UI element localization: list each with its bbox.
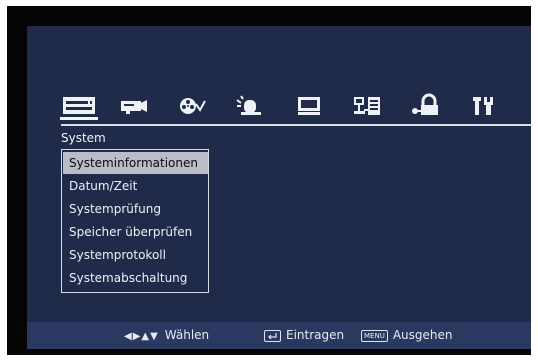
- tab-alarm[interactable]: [232, 92, 270, 120]
- alarm-icon: [236, 95, 261, 115]
- tab-user[interactable]: [406, 92, 444, 120]
- user-key-icon: [412, 93, 438, 115]
- menu-item-systemprotokoll[interactable]: Systemprotokoll: [63, 244, 208, 266]
- menu-item-systemabschaltung[interactable]: Systemabschaltung: [63, 267, 208, 289]
- arrow-keys-icon: ◀▶▲▼: [124, 331, 159, 342]
- tab-network[interactable]: [348, 92, 386, 120]
- display-icon: [298, 97, 320, 115]
- osd-screen: System Systeminformationen Datum/Zeit Sy…: [27, 26, 531, 349]
- menu-key-icon: MENU: [361, 329, 388, 342]
- section-title: System: [61, 131, 106, 145]
- hint-navigate: ◀▶▲▼ Wählen: [124, 322, 209, 350]
- tab-tools[interactable]: [464, 92, 502, 120]
- hint-enter-label: Eintragen: [286, 328, 345, 342]
- hint-enter: Eintragen: [264, 322, 344, 349]
- hint-menu-label: Ausgehen: [392, 328, 453, 342]
- system-submenu: Systeminformationen Datum/Zeit Systemprü…: [61, 149, 209, 293]
- menu-item-speicher-ueberpruefen[interactable]: Speicher überprüfen: [63, 221, 208, 243]
- tools-icon: [473, 97, 493, 115]
- recording-icon: [180, 98, 206, 114]
- menu-category-bar: [60, 92, 520, 122]
- camera-icon: [121, 100, 147, 114]
- header-divider: [61, 124, 531, 126]
- hint-navigate-label: Wählen: [164, 328, 210, 342]
- menu-item-systeminformationen[interactable]: Systeminformationen: [63, 152, 208, 174]
- menu-item-datum-zeit[interactable]: Datum/Zeit: [63, 175, 208, 197]
- key-hint-bar: ◀▶▲▼ Wählen Eintragen MENU Ausgehen: [27, 322, 531, 349]
- network-icon: [354, 97, 380, 115]
- monitor-frame: System Systeminformationen Datum/Zeit Sy…: [7, 6, 531, 355]
- enter-key-icon: [264, 329, 281, 342]
- tab-camera[interactable]: [116, 92, 154, 120]
- hint-menu: MENU Ausgehen: [361, 322, 453, 349]
- menu-item-systempruefung[interactable]: Systemprüfung: [63, 198, 208, 220]
- tab-recording[interactable]: [174, 92, 212, 120]
- tab-display[interactable]: [290, 92, 328, 120]
- tab-system[interactable]: [60, 92, 98, 120]
- system-icon: [63, 97, 95, 114]
